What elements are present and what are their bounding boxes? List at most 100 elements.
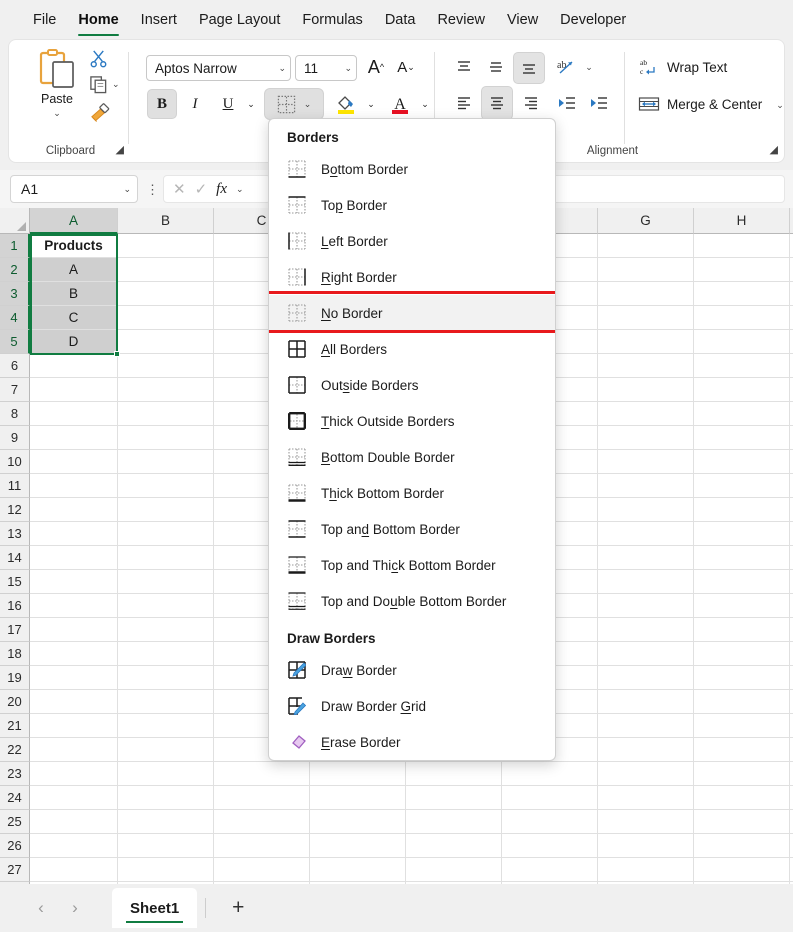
cell-A18[interactable] — [30, 642, 118, 666]
cell-E25[interactable] — [406, 810, 502, 834]
menu-item-all-borders[interactable]: All Borders — [269, 331, 555, 367]
row-header-22[interactable]: 22 — [0, 738, 30, 762]
cell-C23[interactable] — [214, 762, 310, 786]
cell-G27[interactable] — [598, 858, 694, 882]
ribbon-tab-review[interactable]: Review — [426, 0, 496, 40]
cell-H15[interactable] — [694, 570, 790, 594]
cell-H23[interactable] — [694, 762, 790, 786]
row-header-20[interactable]: 20 — [0, 690, 30, 714]
underline-dropdown-chevron-icon[interactable]: ⌄ — [243, 97, 259, 111]
row-header-26[interactable]: 26 — [0, 834, 30, 858]
cell-H21[interactable] — [694, 714, 790, 738]
align-right-button[interactable] — [517, 89, 545, 117]
cell-C26[interactable] — [214, 834, 310, 858]
copy-dropdown-chevron-icon[interactable]: ⌄ — [112, 80, 120, 89]
sheet-tab-sheet1[interactable]: Sheet1 — [112, 888, 198, 928]
cell-H22[interactable] — [694, 738, 790, 762]
cell-A22[interactable] — [30, 738, 118, 762]
align-left-button[interactable] — [450, 89, 478, 117]
cell-H6[interactable] — [694, 354, 790, 378]
row-header-13[interactable]: 13 — [0, 522, 30, 546]
wrap-text-button[interactable]: ab c — [637, 55, 661, 79]
cell-B16[interactable] — [118, 594, 214, 618]
cell-G12[interactable] — [598, 498, 694, 522]
cell-G7[interactable] — [598, 378, 694, 402]
cell-A8[interactable] — [30, 402, 118, 426]
cell-A23[interactable] — [30, 762, 118, 786]
underline-button[interactable]: U — [214, 90, 242, 118]
cell-C27[interactable] — [214, 858, 310, 882]
menu-item-top-and-double-bottom-border[interactable]: Top and Double Bottom Border — [269, 583, 555, 619]
cell-A21[interactable] — [30, 714, 118, 738]
cell-D25[interactable] — [310, 810, 406, 834]
column-header-G[interactable]: G — [598, 208, 694, 234]
cell-B20[interactable] — [118, 690, 214, 714]
cell-H27[interactable] — [694, 858, 790, 882]
paste-button[interactable]: Paste ⌄ — [29, 48, 85, 126]
cell-C25[interactable] — [214, 810, 310, 834]
row-header-12[interactable]: 12 — [0, 498, 30, 522]
cell-G6[interactable] — [598, 354, 694, 378]
ribbon-tab-insert[interactable]: Insert — [130, 0, 188, 40]
ribbon-tab-file[interactable]: File — [22, 0, 67, 40]
menu-item-top-and-bottom-border[interactable]: Top and Bottom Border — [269, 511, 555, 547]
cell-G17[interactable] — [598, 618, 694, 642]
cell-B12[interactable] — [118, 498, 214, 522]
cell-B9[interactable] — [118, 426, 214, 450]
increase-indent-button[interactable] — [585, 89, 613, 117]
menu-item-outside-borders[interactable]: Outside Borders — [269, 367, 555, 403]
cell-G3[interactable] — [598, 282, 694, 306]
cell-B1[interactable] — [118, 234, 214, 258]
cell-A17[interactable] — [30, 618, 118, 642]
row-header-7[interactable]: 7 — [0, 378, 30, 402]
row-header-24[interactable]: 24 — [0, 786, 30, 810]
cut-button[interactable] — [89, 49, 108, 73]
cell-A1[interactable]: Products — [30, 234, 118, 258]
cell-G4[interactable] — [598, 306, 694, 330]
cell-A19[interactable] — [30, 666, 118, 690]
cell-F23[interactable] — [502, 762, 598, 786]
cell-H12[interactable] — [694, 498, 790, 522]
cell-A12[interactable] — [30, 498, 118, 522]
cell-G2[interactable] — [598, 258, 694, 282]
cell-G1[interactable] — [598, 234, 694, 258]
cell-H25[interactable] — [694, 810, 790, 834]
menu-item-bottom-double-border[interactable]: Bottom Double Border — [269, 439, 555, 475]
font-color-button[interactable]: A — [385, 89, 415, 119]
row-header-14[interactable]: 14 — [0, 546, 30, 570]
decrease-indent-button[interactable] — [553, 89, 581, 117]
cell-G9[interactable] — [598, 426, 694, 450]
cell-B27[interactable] — [118, 858, 214, 882]
chevron-left-icon[interactable]: ‹ — [24, 891, 58, 925]
cell-H10[interactable] — [694, 450, 790, 474]
align-bottom-button[interactable] — [514, 53, 544, 83]
cell-G15[interactable] — [598, 570, 694, 594]
cell-B11[interactable] — [118, 474, 214, 498]
cell-A5[interactable]: D — [30, 330, 118, 354]
chevron-down-icon[interactable]: ⌄ — [236, 184, 244, 194]
cell-B5[interactable] — [118, 330, 214, 354]
formula-bar-handle[interactable]: ⋮ — [146, 182, 159, 198]
merge-center-label[interactable]: Merge & Center — [667, 97, 762, 112]
cell-B6[interactable] — [118, 354, 214, 378]
cell-H13[interactable] — [694, 522, 790, 546]
name-box[interactable]: A1 ⌄ — [10, 175, 138, 203]
cell-A14[interactable] — [30, 546, 118, 570]
menu-item-line-color[interactable]: Line Color› — [269, 760, 555, 761]
fill-color-dropdown-chevron-icon[interactable]: ⌄ — [363, 97, 379, 111]
cell-G24[interactable] — [598, 786, 694, 810]
cell-H9[interactable] — [694, 426, 790, 450]
copy-button[interactable] — [89, 75, 108, 99]
cell-B25[interactable] — [118, 810, 214, 834]
format-painter-button[interactable] — [89, 102, 110, 127]
menu-item-erase-border[interactable]: Erase Border — [269, 724, 555, 760]
paste-dropdown-chevron-icon[interactable]: ⌄ — [53, 109, 61, 118]
row-header-17[interactable]: 17 — [0, 618, 30, 642]
cell-A20[interactable] — [30, 690, 118, 714]
cell-H26[interactable] — [694, 834, 790, 858]
menu-item-top-and-thick-bottom-border[interactable]: Top and Thick Bottom Border — [269, 547, 555, 583]
cell-E27[interactable] — [406, 858, 502, 882]
cell-A13[interactable] — [30, 522, 118, 546]
cancel-icon[interactable]: ✕ — [173, 180, 186, 198]
row-header-6[interactable]: 6 — [0, 354, 30, 378]
